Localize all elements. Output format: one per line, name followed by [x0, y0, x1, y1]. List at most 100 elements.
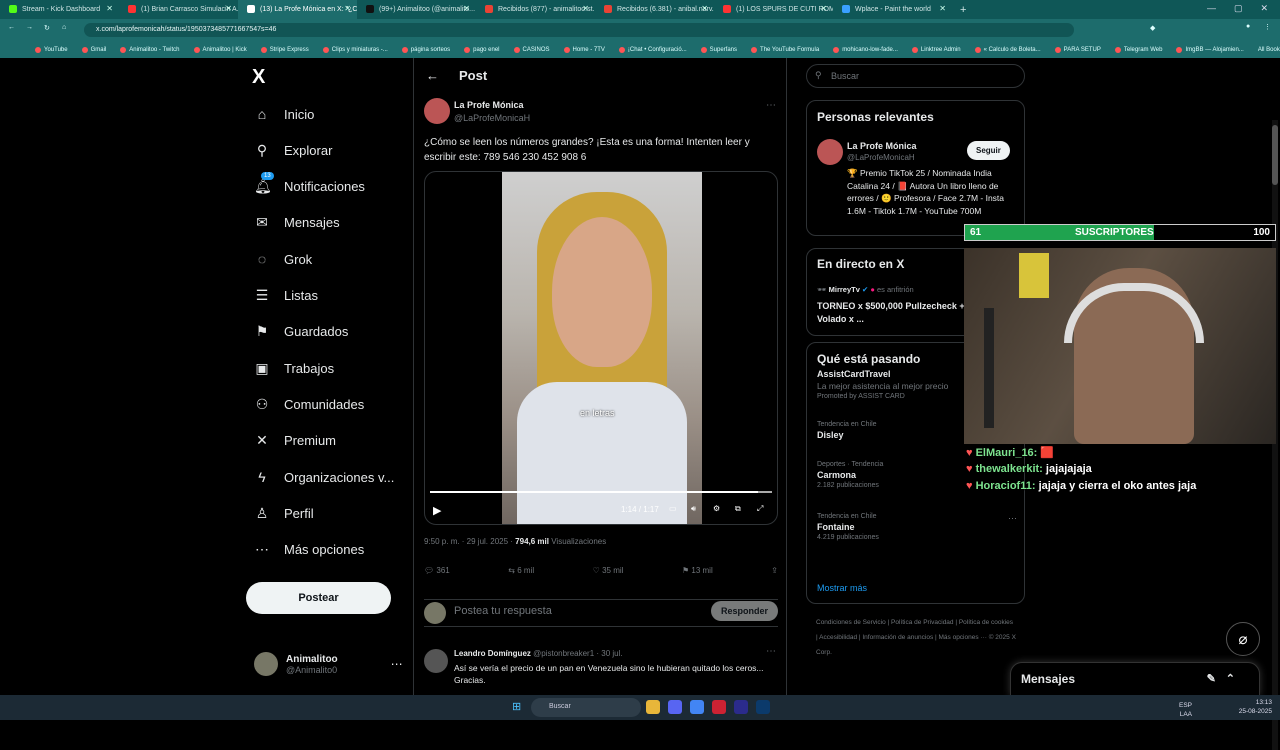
bookmark-item[interactable]: Home - 7TV: [557, 46, 612, 53]
comment-more-icon[interactable]: ⋯: [766, 646, 776, 657]
sidebar-item-perfil[interactable]: ♙ Perfil: [254, 503, 314, 523]
bookmark-item[interactable]: PARA SETUP: [1048, 46, 1108, 53]
sidebar-item-trabajos[interactable]: ▣ Trabajos: [254, 358, 334, 378]
browser-tab[interactable]: (1) Brian Carrasco Simulacin A... ✕: [119, 0, 238, 19]
captions-icon[interactable]: ▭: [669, 504, 677, 513]
relevant-name[interactable]: La Profe Mónica: [847, 141, 917, 151]
post-timestamp[interactable]: 9:50 p. m. · 29 jul. 2025 ·: [424, 537, 515, 546]
author-avatar[interactable]: [424, 98, 450, 124]
footer-links[interactable]: Condiciones de Servicio | Política de Pr…: [816, 615, 1016, 660]
back-arrow-icon[interactable]: ←: [426, 68, 439, 83]
settings-icon[interactable]: ⚙: [713, 504, 720, 513]
avatar[interactable]: [424, 649, 448, 673]
show-more-link[interactable]: Mostrar más: [817, 583, 867, 593]
trend-more-icon[interactable]: ⋯: [1008, 513, 1017, 524]
sidebar-item-grok[interactable]: ◌ Grok: [254, 249, 312, 269]
profile-icon[interactable]: ●: [1246, 23, 1250, 30]
more-icon[interactable]: ⋯: [391, 657, 403, 671]
app-icon[interactable]: [712, 700, 726, 714]
pip-icon[interactable]: ⧉: [735, 504, 741, 514]
grok-button[interactable]: ⌀: [1226, 622, 1260, 656]
bookmark-item[interactable]: ¡Chat • Configuració...: [612, 46, 694, 53]
trend-item[interactable]: Tendencia en Chile Fontaine 4.219 publicac…: [817, 513, 1017, 541]
bookmark-item[interactable]: Telegram Web: [1108, 46, 1170, 53]
url-field[interactable]: x.com/laprofemonicah/status/195037348577…: [84, 23, 1074, 37]
expand-icon[interactable]: ⌃: [1226, 673, 1245, 685]
volume-icon[interactable]: 🔊︎: [691, 504, 696, 514]
browser-tab[interactable]: Recibidos (6.381) - anibal.narv... ✕: [595, 0, 714, 19]
close-tab-icon[interactable]: ✕: [463, 4, 470, 13]
reload-icon[interactable]: ↻: [44, 24, 50, 32]
close-tab-icon[interactable]: ✕: [701, 4, 708, 13]
reply-input[interactable]: Postea tu respuesta: [454, 605, 552, 617]
close-tab-icon[interactable]: ✕: [939, 4, 946, 13]
search-input[interactable]: ⚲ Buscar: [806, 64, 1025, 88]
share-icon[interactable]: ⇪: [771, 566, 778, 575]
sidebar-item-notificaciones[interactable]: 🔔︎ 13 Notificaciones: [254, 172, 365, 197]
account-switcher[interactable]: Animalitoo @Animalito0 ⋯: [254, 652, 403, 676]
minimize-icon[interactable]: —: [1207, 3, 1216, 14]
author-handle[interactable]: @LaProfeMonicaH: [454, 113, 530, 123]
forward-icon[interactable]: →: [26, 24, 33, 31]
bookmark-item[interactable]: ImgBB — Alojamien...: [1169, 46, 1250, 53]
sidebar-item-inicio[interactable]: ⌂ Inicio: [254, 104, 315, 124]
clock-time[interactable]: 13:13: [1239, 698, 1272, 707]
browser-tab[interactable]: (1) LOS SPURS DE CUTI ROMER...✕: [714, 0, 833, 19]
author-name[interactable]: La Profe Mónica: [454, 100, 524, 110]
home-browser-icon[interactable]: ⌂: [62, 24, 66, 31]
bookmark-item[interactable]: Superfans: [694, 46, 744, 53]
sidebar-item-listas[interactable]: ☰ Listas: [254, 286, 318, 306]
live-title[interactable]: TORNEO x $500,000 Pullzecheck + Volado x…: [817, 300, 967, 325]
sidebar-item-comunidades[interactable]: ⚇ Comunidades: [254, 394, 365, 414]
clock-date[interactable]: 25-08-2025: [1239, 707, 1272, 716]
browser-tab[interactable]: (13) La Profe Mónica en X: "¿Có... ✕: [238, 0, 357, 19]
menu-icon[interactable]: ⋮: [1264, 23, 1271, 31]
bookmark-item[interactable]: Animalitoo | Kick: [187, 46, 254, 53]
browser-tab[interactable]: Recibidos (877) - animalitoo.st... ✕: [476, 0, 595, 19]
language-indicator[interactable]: ESP LAA: [1172, 701, 1192, 719]
bookmark-item[interactable]: The YouTube Formula: [744, 46, 826, 53]
photoshop-icon[interactable]: [756, 700, 770, 714]
x-logo[interactable]: X: [252, 66, 265, 89]
sidebar-item-más[interactable]: ⋯ Más opciones: [254, 540, 364, 560]
sidebar-item-guardados[interactable]: ⚑ Guardados: [254, 322, 349, 342]
bookmark-item[interactable]: YouTube: [28, 46, 75, 53]
start-icon[interactable]: ⊞: [512, 700, 521, 713]
close-tab-icon[interactable]: ✕: [820, 4, 827, 13]
bookmark-item[interactable]: « Calculo de Boleta...: [968, 46, 1048, 53]
video-player[interactable]: en letras ▶ 1:14 / 1:17 ▭ 🔊︎ ⚙ ⧉ ⤢: [424, 171, 778, 525]
premiere-icon[interactable]: [734, 700, 748, 714]
close-tab-icon[interactable]: ✕: [225, 4, 232, 13]
like-action[interactable]: ♡ 35 mil: [593, 566, 624, 575]
bookmark-item[interactable]: Clips y miniaturas -...: [316, 46, 395, 53]
bookmark-item[interactable]: Stripe Express: [254, 46, 316, 53]
chrome-icon[interactable]: [690, 700, 704, 714]
new-tab-icon[interactable]: +: [952, 4, 974, 16]
discord-icon[interactable]: [668, 700, 682, 714]
reply-action[interactable]: 💬︎ 361: [424, 566, 450, 575]
close-tab-icon[interactable]: ✕: [344, 4, 351, 13]
maximize-icon[interactable]: ▢: [1234, 3, 1243, 14]
bookmark-item[interactable]: Animalitoo - Twitch: [113, 46, 186, 53]
sidebar-item-explorar[interactable]: ⚲ Explorar: [254, 140, 333, 160]
repost-action[interactable]: ⇆ 6 mil: [508, 566, 534, 575]
bookmark-item[interactable]: CASINOS: [507, 46, 557, 53]
file-explorer-icon[interactable]: [646, 700, 660, 714]
bookmark-item[interactable]: Gmail: [75, 46, 114, 53]
extensions-icon[interactable]: ◆: [1150, 24, 1155, 32]
taskbar-search[interactable]: Buscar: [531, 698, 641, 717]
sidebar-item-organizaciones[interactable]: ϟ Organizaciones v...: [254, 467, 394, 487]
close-tab-icon[interactable]: ✕: [106, 4, 113, 13]
close-tab-icon[interactable]: ✕: [582, 4, 589, 13]
bookmark-item[interactable]: pago enel: [457, 46, 506, 53]
avatar[interactable]: [817, 139, 843, 165]
bookmark-item[interactable]: mohicano-low-fade...: [826, 46, 905, 53]
messages-drawer[interactable]: Mensajes ✎⌃: [1010, 662, 1260, 696]
compose-message-icon[interactable]: ✎: [1207, 673, 1226, 685]
bookmark-item[interactable]: página sorteos: [395, 46, 457, 53]
play-icon[interactable]: ▶: [433, 504, 441, 517]
sidebar-item-premium[interactable]: ✕ Premium: [254, 431, 336, 451]
sidebar-item-mensajes[interactable]: ✉ Mensajes: [254, 213, 340, 233]
video-progress-bar[interactable]: [430, 491, 772, 493]
bookmark-item[interactable]: Linktree Admin: [905, 46, 968, 53]
